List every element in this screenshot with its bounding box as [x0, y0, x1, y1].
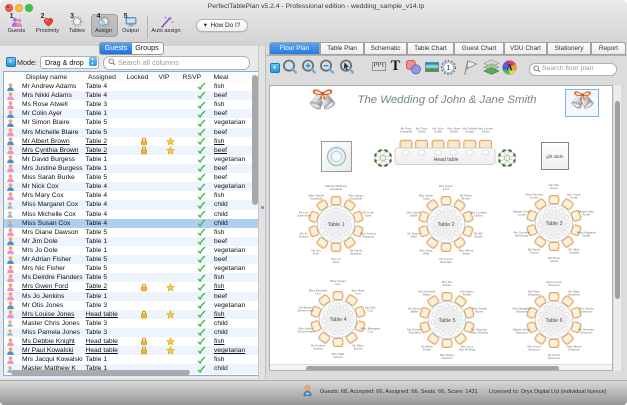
svg-text:1: 1: [446, 63, 450, 72]
svg-text:Ayer: Ayer: [365, 213, 371, 217]
svg-text:Table 1: Table 1: [327, 222, 344, 228]
svg-text:Table 4: Table 4: [329, 317, 346, 323]
svg-text:Zimmerman: Zimmerman: [297, 308, 314, 312]
svg-text:Brown: Brown: [461, 196, 470, 200]
svg-text:Burgess: Burgess: [363, 234, 375, 238]
svg-text:Wall: Wall: [410, 234, 416, 238]
svg-text:Tucker: Tucker: [529, 250, 538, 254]
svg-text:Dole: Dole: [313, 251, 320, 255]
svg-text:Jones: Jones: [550, 185, 559, 189]
svg-text:Kowalski: Kowalski: [400, 129, 413, 133]
svg-text:A: A: [506, 62, 513, 72]
svg-text:Dawson: Dawson: [441, 356, 452, 360]
svg-text:Kowalski: Kowalski: [310, 196, 323, 200]
svg-text:Simpson: Simpson: [515, 309, 527, 313]
svg-text:Simpson: Simpson: [547, 282, 559, 286]
svg-text:Smith: Smith: [418, 129, 426, 133]
svg-text:Stuart: Stuart: [474, 234, 482, 238]
svg-text:Wall: Wall: [423, 251, 429, 255]
svg-text:Morris: Morris: [354, 346, 363, 350]
svg-text:Garfunkle: Garfunkle: [297, 213, 311, 217]
svg-text:Knight: Knight: [465, 129, 474, 133]
svg-text:Smith: Smith: [582, 233, 590, 237]
svg-text:Table 6: Table 6: [545, 318, 562, 324]
svg-text:Cox: Cox: [335, 282, 341, 286]
svg-text:Smith: Smith: [450, 129, 458, 133]
svg-text:Cox: Cox: [368, 329, 374, 333]
svg-text:Smith: Smith: [434, 129, 442, 133]
svg-text:Adams: Adams: [333, 355, 343, 359]
svg-text:Ford: Ford: [442, 186, 449, 190]
svg-text:Table 5: Table 5: [438, 318, 455, 324]
svg-text:Smith: Smith: [570, 195, 578, 199]
svg-text:Zimmerman: Zimmerman: [297, 329, 314, 333]
svg-text:Van Helsing: Van Helsing: [471, 330, 488, 334]
svg-text:Kowalski: Kowalski: [330, 186, 343, 190]
svg-text:Jones: Jones: [530, 195, 539, 199]
svg-text:Smith: Smith: [582, 212, 590, 216]
svg-text:Simpson: Simpson: [547, 356, 559, 360]
svg-text:Simpson: Simpson: [515, 330, 527, 334]
svg-text:Simpson: Simpson: [527, 347, 539, 351]
svg-text:Flanders: Flanders: [409, 330, 421, 334]
svg-text:Jenkins: Jenkins: [298, 234, 309, 238]
svg-text:Fisher: Fisher: [463, 292, 472, 296]
svg-text:Stoker: Stoker: [473, 213, 482, 217]
svg-text:Cox: Cox: [355, 291, 361, 295]
svg-text:Table 3: Table 3: [545, 221, 562, 227]
svg-text:Cox: Cox: [315, 291, 321, 295]
svg-text:Simpson: Simpson: [580, 330, 592, 334]
svg-text:Cox: Cox: [368, 308, 374, 312]
svg-text:Head table: Head table: [433, 157, 458, 163]
svg-text:Simpson: Simpson: [527, 292, 539, 296]
svg-text:Jones: Jones: [481, 129, 490, 133]
svg-text:Simpson: Simpson: [580, 309, 592, 313]
svg-text:Simpson: Simpson: [567, 347, 579, 351]
svg-text:Stuart: Stuart: [461, 251, 469, 255]
svg-text:Simpson: Simpson: [567, 292, 579, 296]
svg-text:Smith: Smith: [409, 213, 417, 217]
svg-text:Van Helsing: Van Helsing: [459, 347, 476, 351]
svg-text:Table 2: Table 2: [437, 222, 454, 228]
svg-text:Blaire: Blaire: [411, 309, 419, 313]
svg-text:Jones: Jones: [518, 212, 527, 216]
svg-text:McGregor: McGregor: [515, 233, 529, 237]
svg-text:Adams: Adams: [313, 346, 323, 350]
svg-text:Fisher: Fisher: [423, 347, 432, 351]
svg-text:Fisher: Fisher: [443, 282, 452, 286]
svg-text:Blaire: Blaire: [423, 292, 431, 296]
svg-text:Burke: Burke: [475, 309, 483, 313]
svg-text:Smythe: Smythe: [569, 250, 580, 254]
svg-text:Tracy: Tracy: [422, 196, 430, 200]
svg-text:Burgess: Burgess: [350, 251, 362, 255]
svg-text:Kowalski: Kowalski: [350, 196, 363, 200]
